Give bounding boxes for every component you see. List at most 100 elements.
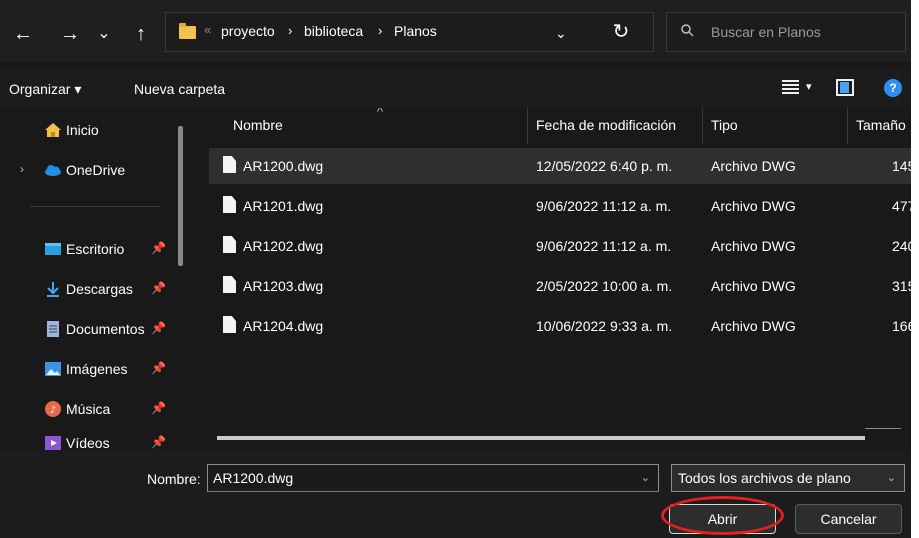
sidebar-item-onedrive[interactable]: › OneDrive bbox=[0, 153, 178, 183]
desktop-icon bbox=[45, 243, 61, 255]
file-type-value: Todos los archivos de plano bbox=[678, 470, 851, 486]
navigation-pane: Inicio › OneDrive Escritorio 📌 Descargas… bbox=[0, 108, 185, 450]
refresh-button[interactable]: ↻ bbox=[606, 17, 636, 47]
file-size: 145 bbox=[892, 158, 911, 174]
folder-icon bbox=[179, 23, 196, 39]
view-options-icon[interactable] bbox=[782, 80, 799, 95]
back-button[interactable]: ← bbox=[10, 22, 36, 46]
file-type-select[interactable]: Todos los archivos de plano ⌄ bbox=[671, 464, 905, 492]
expand-chevron-icon[interactable]: › bbox=[20, 162, 24, 176]
column-header-name[interactable]: Nombre bbox=[233, 117, 283, 133]
sidebar-item-documentos[interactable]: Documentos 📌 bbox=[0, 312, 178, 342]
file-size: 240 bbox=[892, 238, 911, 254]
filename-input[interactable]: AR1200.dwg ⌄ bbox=[207, 464, 659, 492]
view-dropdown-icon[interactable]: ▾ bbox=[806, 80, 812, 93]
file-row[interactable]: AR1201.dwg 9/06/2022 11:12 a. m. Archivo… bbox=[209, 188, 911, 224]
sidebar-item-label: Vídeos bbox=[66, 435, 110, 450]
file-icon bbox=[223, 276, 236, 293]
page-margin bbox=[911, 0, 919, 538]
pictures-icon bbox=[45, 362, 61, 376]
file-type: Archivo DWG bbox=[711, 278, 796, 294]
file-type: Archivo DWG bbox=[711, 198, 796, 214]
pin-icon[interactable]: 📌 bbox=[151, 241, 166, 255]
pin-icon[interactable]: 📌 bbox=[151, 435, 166, 449]
download-icon bbox=[47, 282, 59, 297]
breadcrumb-planos[interactable]: Planos bbox=[394, 23, 437, 39]
pin-icon[interactable]: 📌 bbox=[151, 321, 166, 335]
file-name: AR1201.dwg bbox=[243, 198, 324, 214]
sidebar-item-label: Inicio bbox=[66, 122, 99, 138]
file-type: Archivo DWG bbox=[711, 318, 796, 334]
open-button[interactable]: Abrir bbox=[669, 504, 776, 534]
sidebar-item-escritorio[interactable]: Escritorio 📌 bbox=[0, 232, 178, 262]
new-folder-button[interactable]: Nueva carpeta bbox=[134, 81, 225, 97]
video-icon bbox=[45, 436, 61, 450]
up-folder-button[interactable]: ↑ bbox=[128, 22, 154, 46]
sidebar-item-descargas[interactable]: Descargas 📌 bbox=[0, 272, 178, 302]
chevron-down-icon[interactable]: ⌄ bbox=[641, 471, 650, 484]
sidebar-item-musica[interactable]: ♪ Música 📌 bbox=[0, 392, 178, 422]
sidebar-divider bbox=[30, 206, 160, 207]
sidebar-item-label: Documentos bbox=[66, 321, 145, 337]
horizontal-scrollbar[interactable] bbox=[217, 436, 865, 440]
pin-icon[interactable]: 📌 bbox=[151, 401, 166, 415]
breadcrumb-separator[interactable]: › bbox=[378, 23, 382, 38]
breadcrumb-bibioteca[interactable]: biblioteca bbox=[304, 23, 363, 39]
document-icon bbox=[47, 321, 59, 337]
file-modified: 2/05/2022 10:00 a. m. bbox=[536, 278, 673, 294]
dialog-footer: Nombre: AR1200.dwg ⌄ Todos los archivos … bbox=[0, 450, 911, 538]
file-row[interactable]: AR1200.dwg 12/05/2022 6:40 p. m. Archivo… bbox=[209, 148, 911, 184]
sidebar-item-label: Escritorio bbox=[66, 241, 125, 257]
file-name: AR1200.dwg bbox=[243, 158, 324, 174]
column-divider[interactable] bbox=[847, 108, 848, 144]
search-icon bbox=[681, 24, 694, 37]
address-dropdown-icon[interactable]: ⌄ bbox=[555, 25, 575, 42]
file-modified: 10/06/2022 9:33 a. m. bbox=[536, 318, 673, 334]
file-modified: 9/06/2022 11:12 a. m. bbox=[536, 198, 672, 214]
sidebar-item-videos[interactable]: Vídeos 📌 bbox=[0, 426, 178, 450]
pin-icon[interactable]: 📌 bbox=[151, 281, 166, 295]
column-header-modified[interactable]: Fecha de modificación bbox=[536, 117, 676, 133]
column-header-row: ^ Nombre Fecha de modificación Tipo Tama… bbox=[190, 108, 911, 144]
sidebar-item-imagenes[interactable]: Imágenes 📌 bbox=[0, 352, 178, 382]
search-placeholder: Buscar en Planos bbox=[711, 24, 821, 40]
pin-icon[interactable]: 📌 bbox=[151, 361, 166, 375]
home-icon bbox=[45, 123, 61, 137]
music-icon: ♪ bbox=[45, 401, 61, 417]
organize-menu[interactable]: Organizar ▾ bbox=[9, 81, 81, 98]
filename-value: AR1200.dwg bbox=[213, 470, 294, 486]
column-divider[interactable] bbox=[527, 108, 528, 144]
forward-button[interactable]: → bbox=[57, 22, 83, 46]
file-modified: 9/06/2022 11:12 a. m. bbox=[536, 238, 672, 254]
file-name: AR1203.dwg bbox=[243, 278, 324, 294]
scrollbar-track-end bbox=[865, 428, 901, 429]
filename-label: Nombre: bbox=[147, 471, 201, 487]
column-header-size[interactable]: Tamaño bbox=[856, 117, 906, 133]
address-bar[interactable]: « proyecto › biblioteca › Planos ⌄ ↻ bbox=[165, 12, 654, 52]
file-open-dialog: ← → ⌄ ↑ « proyecto › biblioteca › Planos… bbox=[0, 0, 911, 538]
file-list: ^ Nombre Fecha de modificación Tipo Tama… bbox=[190, 108, 911, 450]
file-row[interactable]: AR1204.dwg 10/06/2022 9:33 a. m. Archivo… bbox=[209, 308, 911, 344]
help-icon[interactable]: ? bbox=[884, 79, 902, 97]
file-row[interactable]: AR1203.dwg 2/05/2022 10:00 a. m. Archivo… bbox=[209, 268, 911, 304]
sidebar-item-label: Imágenes bbox=[66, 361, 128, 377]
preview-pane-icon[interactable] bbox=[836, 79, 854, 96]
file-icon bbox=[223, 236, 236, 253]
search-field[interactable]: Buscar en Planos bbox=[666, 12, 906, 52]
column-header-type[interactable]: Tipo bbox=[711, 117, 738, 133]
file-row[interactable]: AR1202.dwg 9/06/2022 11:12 a. m. Archivo… bbox=[209, 228, 911, 264]
column-divider[interactable] bbox=[702, 108, 703, 144]
breadcrumb-separator[interactable]: › bbox=[288, 23, 292, 38]
recent-locations-button[interactable]: ⌄ bbox=[91, 22, 117, 46]
sidebar-item-label: Música bbox=[66, 401, 111, 417]
file-icon bbox=[223, 196, 236, 213]
chevron-down-icon[interactable]: ⌄ bbox=[887, 471, 896, 484]
file-icon bbox=[223, 156, 236, 173]
cancel-button[interactable]: Cancelar bbox=[795, 504, 902, 534]
breadcrumb-overflow[interactable]: « bbox=[204, 22, 211, 37]
file-type: Archivo DWG bbox=[711, 238, 796, 254]
sidebar-scrollbar[interactable] bbox=[178, 126, 183, 266]
navigation-bar: ← → ⌄ ↑ « proyecto › biblioteca › Planos… bbox=[0, 0, 911, 62]
sidebar-item-inicio[interactable]: Inicio bbox=[0, 113, 178, 143]
breadcrumb-proyecto[interactable]: proyecto bbox=[221, 23, 275, 39]
